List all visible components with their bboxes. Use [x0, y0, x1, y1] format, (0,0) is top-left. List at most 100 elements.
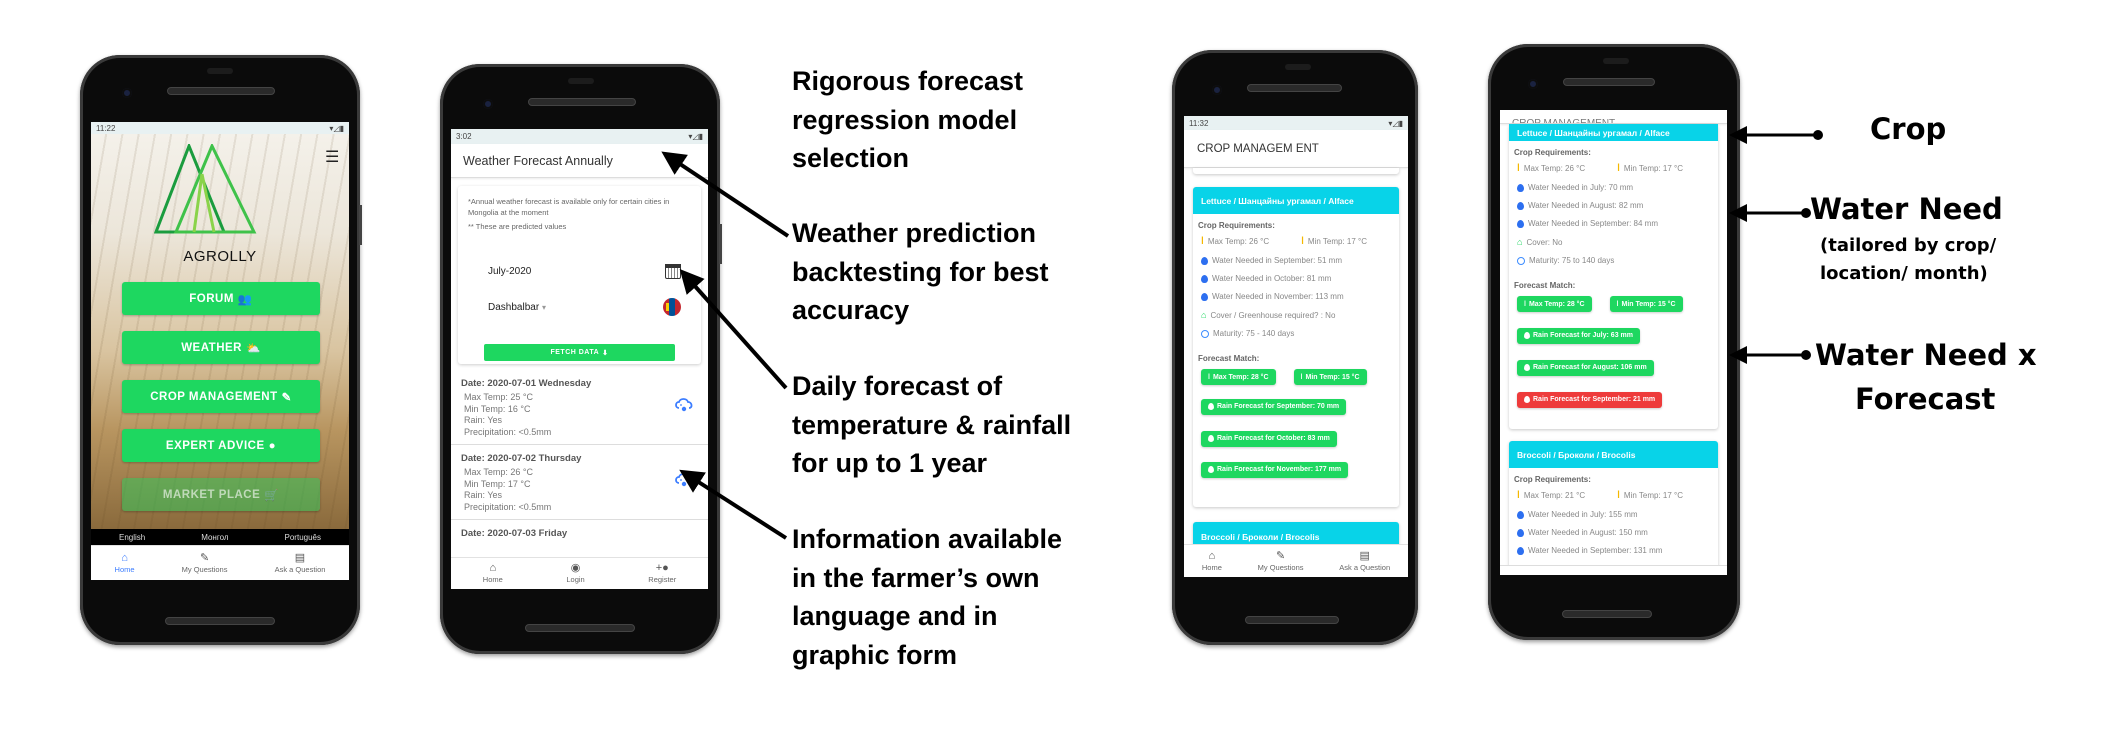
forum-label: FORUM: [189, 292, 234, 305]
nav-register[interactable]: +● Register: [648, 563, 677, 585]
water-drop-icon: [1517, 201, 1524, 210]
maturity-line: Maturity: 75 - 140 days: [1193, 329, 1399, 338]
market-place-button[interactable]: MARKET PLACE 🛒: [122, 478, 320, 511]
status-icons: ▾◿▮: [1388, 118, 1403, 128]
annotation-line: selection: [792, 143, 910, 173]
clock-icon: [1201, 329, 1209, 338]
expert-advice-label: EXPERT ADVICE: [165, 439, 265, 452]
annotation-model-selection: Rigorous forecast regression model selec…: [792, 62, 1023, 178]
annotation-line: graphic form: [792, 639, 958, 670]
water-drop-icon: [1517, 528, 1524, 537]
water-drop-icon: [1524, 364, 1530, 371]
cart-icon: 🛒: [264, 489, 280, 502]
nav-register-label: Register: [648, 575, 677, 584]
greenhouse-icon: ⌂: [1517, 237, 1523, 247]
expert-advice-button[interactable]: EXPERT ADVICE ●: [122, 429, 320, 462]
phone-home: 11:22 ▾◿▮ ☰ AGROLLY FORUM 👥 WEATHER ⛅ CR…: [80, 55, 362, 645]
earpiece: [207, 68, 233, 74]
home-icon: ⌂: [121, 551, 128, 564]
nav-ask-question[interactable]: ▤ Ask a Question: [1339, 550, 1390, 572]
water-drop-icon: [1208, 466, 1214, 473]
req-temps: ǀ Max Temp: 21 °C ǀ Min Temp: 17 °C: [1509, 490, 1718, 501]
nav-home[interactable]: ⌂ Home: [1201, 550, 1222, 572]
rain-forecast-pill: Rain Forecast for August: 106 mm: [1517, 359, 1654, 376]
cover-text: Cover / Greenhouse required? : No: [1210, 310, 1336, 320]
phone-weather: 3:02 ▾◿▮ Weather Forecast Annually *Annu…: [440, 64, 722, 654]
rain-forecast-deficit-pill: Rain Forecast for September: 21 mm: [1517, 391, 1663, 408]
req-min-temp: Min Temp: 17 °C: [1307, 237, 1367, 246]
weather-button[interactable]: WEATHER ⛅: [122, 331, 320, 364]
power-button: [719, 224, 722, 264]
calendar-icon[interactable]: [665, 264, 681, 279]
rain-forecast-text: Rain Forecast for July: 63 mm: [1533, 332, 1633, 339]
previous-card-edge: [1193, 168, 1399, 174]
crop-management-button[interactable]: CROP MANAGEMENT ✎: [122, 380, 320, 413]
water-need-text: Water Needed in July: 155 mm: [1528, 510, 1638, 519]
annotation-crop: Crop: [1870, 112, 1947, 146]
month-value[interactable]: July-2020: [488, 266, 531, 277]
phone-crop-management-scrolled: CROP MANAGEMENT Lettuce / Шанцайны ургам…: [1488, 44, 1740, 640]
city-select[interactable]: Dashbalbar ▾: [488, 298, 681, 316]
status-time: 11:22: [96, 123, 116, 133]
thermometer-icon: ǀ: [1617, 490, 1620, 501]
nav-ask-question[interactable]: ▤ Ask a Question: [275, 552, 326, 574]
crop-card-header[interactable]: Lettuce / Шанцайны ургамал / Alface: [1193, 187, 1399, 214]
greenhouse-icon: ⌂: [1201, 310, 1207, 320]
city-value[interactable]: Dashbalbar ▾: [488, 302, 546, 313]
fetch-data-button[interactable]: FETCH DATA ⬇: [484, 344, 675, 361]
crop-screen: 11:32 ▾◿▮ CROP MANAGEM ENT Lettuce / Шан…: [1184, 116, 1408, 577]
rain-forecast-pill: Rain Forecast for September: 70 mm: [1201, 398, 1347, 415]
water-drop-icon: [1517, 183, 1524, 192]
cover-line: ⌂ Cover: No: [1509, 237, 1718, 247]
forecast-max-text: Max Temp: 28 °C: [1528, 300, 1585, 308]
page-title: Weather Forecast Annually: [463, 153, 613, 168]
water-drop-icon: [1208, 435, 1214, 442]
city-name: Dashbalbar: [488, 301, 540, 313]
thermometer-icon: ǀ: [1301, 236, 1304, 247]
bottom-nav: ⌂ Home ◉ Login +● Register: [451, 557, 708, 589]
hamburger-menu-icon[interactable]: ☰: [325, 150, 339, 166]
speaker-grille: [528, 98, 636, 106]
rain-forecast-row: Rain Forecast for July: 63 mm: [1509, 326, 1718, 344]
annotation-line: (tailored by crop/: [1820, 235, 1997, 256]
nav-my-questions[interactable]: ✎ My Questions: [1258, 550, 1304, 572]
forum-button[interactable]: FORUM 👥: [122, 282, 320, 315]
water-need-line: Water Needed in October: 81 mm: [1193, 274, 1399, 283]
lang-portuguese[interactable]: Português: [285, 533, 321, 542]
crop-card-header[interactable]: Lettuce / Шанцайны ургамал / Alface: [1509, 124, 1718, 141]
annotation-line: Weather prediction: [792, 218, 1037, 248]
lang-mongolian[interactable]: Монгол: [201, 533, 228, 542]
lang-english[interactable]: English: [119, 533, 145, 542]
nav-home[interactable]: ⌂ Home: [483, 563, 503, 585]
day-max-temp: Max Temp: 26 °C: [464, 467, 533, 477]
rain-forecast-text: Rain Forecast for October: 83 mm: [1217, 435, 1330, 442]
annotation-line: backtesting for best: [792, 256, 1049, 287]
month-picker[interactable]: July-2020: [488, 264, 681, 279]
req-min-temp: Min Temp: 17 °C: [1623, 491, 1683, 500]
forecast-min-text: Min Temp: 15 °C: [1621, 300, 1676, 308]
earpiece: [1285, 64, 1311, 70]
forecast-max-temp-pill: ǀ Max Temp: 28 °C: [1201, 369, 1276, 385]
water-need-text: Water Needed in July: 70 mm: [1528, 183, 1634, 192]
market-place-label: MARKET PLACE: [162, 488, 261, 501]
bottom-speaker: [165, 617, 275, 625]
crop-card-header[interactable]: Broccoli / Броколи / Brocolis: [1509, 441, 1718, 468]
requirements-label: Crop Requirements:: [1198, 221, 1275, 230]
arrow-water-need-forecast-dot: [1801, 350, 1811, 360]
arrow-crop-dot: [1813, 130, 1823, 140]
nav-my-questions[interactable]: ✎ My Questions: [182, 552, 228, 574]
predicted-note: ** These are predicted values: [468, 222, 567, 231]
annotation-backtesting: Weather prediction backtesting for best …: [792, 214, 1049, 330]
nav-home-label: Home: [1201, 562, 1222, 572]
thermometer-icon: ǀ: [1201, 236, 1204, 247]
earpiece: [568, 78, 594, 84]
nav-home[interactable]: ⌂ Home: [115, 551, 135, 574]
day-min-temp: Min Temp: 16 °C: [464, 403, 531, 414]
req-temps: ǀ Max Temp: 26 °C ǀ Min Temp: 17 °C: [1193, 236, 1399, 247]
annotation-daily-forecast: Daily forecast of temperature & rainfall…: [792, 367, 1071, 483]
thermometer-icon: ǀ: [1517, 163, 1520, 174]
nav-login[interactable]: ◉ Login: [566, 563, 584, 585]
power-button: [359, 205, 362, 245]
front-camera: [483, 99, 493, 109]
requirements-label: Crop Requirements:: [1514, 475, 1591, 484]
